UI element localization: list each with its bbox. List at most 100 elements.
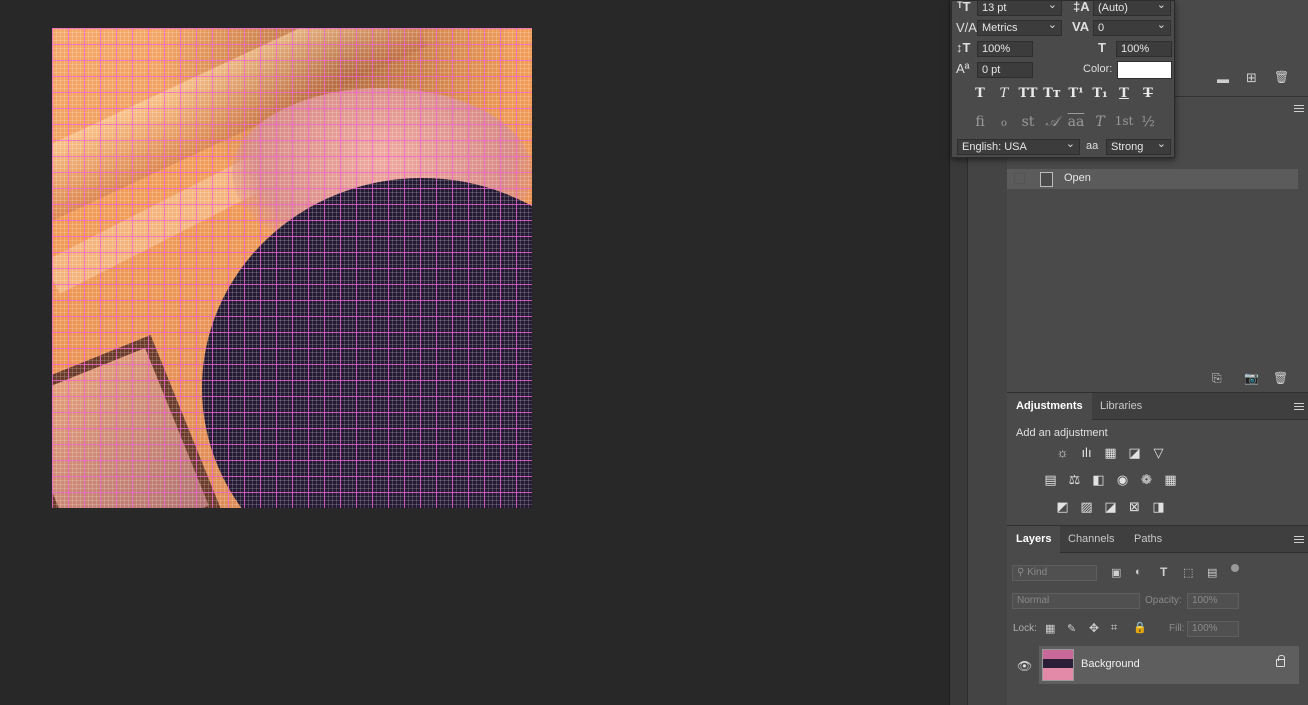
levels-icon[interactable]: ılı xyxy=(1079,445,1094,460)
type-filter-icon[interactable]: T xyxy=(1160,565,1167,579)
lock-image-pixels-icon[interactable]: ✎ xyxy=(1067,622,1076,635)
lock-transparent-pixels-icon[interactable]: ▦ xyxy=(1045,622,1055,635)
channel-mixer-icon[interactable]: ❁ xyxy=(1139,472,1154,487)
camera-icon[interactable]: 📷 xyxy=(1244,371,1259,385)
black-white-icon[interactable]: ◧ xyxy=(1091,472,1106,487)
panel-menu-icon[interactable] xyxy=(1294,403,1304,411)
filter-toggle-icon[interactable] xyxy=(1231,564,1239,572)
vertical-scale-icon: ↕T xyxy=(956,40,971,55)
color-balance-icon[interactable]: ⚖ xyxy=(1067,472,1082,487)
fill-field[interactable]: 100% xyxy=(1187,621,1239,637)
kerning-icon: V/A xyxy=(956,20,977,35)
curves-icon[interactable]: ▦ xyxy=(1103,445,1118,460)
exposure-icon[interactable]: ◪ xyxy=(1127,445,1142,460)
horizontal-scale-field[interactable]: 100% xyxy=(1116,41,1172,57)
trash-icon[interactable]: 🗑 xyxy=(1273,371,1288,385)
blend-mode-select[interactable]: Normal xyxy=(1012,593,1140,609)
history-item[interactable]: Open xyxy=(1007,169,1298,189)
vibrance-icon[interactable]: ▽ xyxy=(1151,445,1166,460)
kerning-field[interactable]: Metrics xyxy=(977,18,1062,36)
text-color-swatch[interactable] xyxy=(1117,61,1172,79)
eye-icon[interactable]: 👁 xyxy=(1017,659,1032,673)
tracking-value: 0 xyxy=(1098,22,1105,34)
baseline-shift-field[interactable]: 0 pt xyxy=(977,62,1033,78)
history-footer: ⎘ 📷 🗑 xyxy=(1007,367,1308,393)
selective-color-icon[interactable]: ⊠ xyxy=(1127,499,1142,514)
threshold-icon[interactable]: ◪ xyxy=(1103,499,1118,514)
layer-thumbnail xyxy=(1042,649,1074,681)
alternate-ligatures-button[interactable]: ℴ xyxy=(993,114,1015,130)
faux-bold-button[interactable]: T xyxy=(969,86,991,101)
opacity-value: 100% xyxy=(1192,595,1218,606)
adjustments-title: Add an adjustment xyxy=(1016,427,1108,439)
shape-filter-icon[interactable]: ⬚ xyxy=(1183,566,1193,579)
image-filter-icon[interactable]: ▣ xyxy=(1111,566,1121,579)
small-caps-button[interactable]: Tт xyxy=(1041,86,1063,101)
new-group-icon[interactable]: ▬ xyxy=(1217,72,1229,86)
panel-menu-icon[interactable] xyxy=(1294,105,1304,113)
ligatures-button[interactable]: fi xyxy=(969,114,991,130)
discretionary-ligatures-button[interactable]: st xyxy=(1017,114,1039,130)
titling-alternates-button[interactable]: T xyxy=(1089,114,1111,130)
font-size-icon: ᵀT xyxy=(957,0,971,14)
vertical-scale-field[interactable]: 100% xyxy=(977,41,1033,57)
smart-object-filter-icon[interactable]: ▤ xyxy=(1207,566,1217,579)
superscript-button[interactable]: T¹ xyxy=(1065,86,1087,101)
document-canvas[interactable] xyxy=(52,28,532,508)
tracking-field[interactable]: 0 xyxy=(1093,18,1171,36)
lock-artboard-icon[interactable]: ⌗ xyxy=(1111,622,1117,635)
blend-mode-value: Normal xyxy=(1017,595,1050,606)
adjustments-panel: Adjustments Libraries Add an adjustment … xyxy=(1007,392,1308,525)
stylistic-alternates-button[interactable]: aa xyxy=(1065,114,1087,130)
document-icon xyxy=(1040,172,1053,187)
tab-channels[interactable]: Channels xyxy=(1059,526,1123,553)
layer-row[interactable]: Background xyxy=(1039,646,1299,684)
lock-position-icon[interactable]: ✥ xyxy=(1089,621,1099,635)
photo-filter-icon[interactable]: ◉ xyxy=(1115,472,1130,487)
tab-layers[interactable]: Layers xyxy=(1007,526,1061,553)
lock-icon[interactable] xyxy=(1276,655,1285,667)
underline-button[interactable]: T xyxy=(1113,86,1135,101)
fill-value: 100% xyxy=(1192,623,1218,634)
lock-all-icon[interactable]: 🔒 xyxy=(1133,621,1147,634)
tab-paths[interactable]: Paths xyxy=(1125,526,1171,553)
tracking-icon: VA xyxy=(1072,19,1090,34)
leading-field[interactable]: (Auto) xyxy=(1093,0,1171,16)
history-brush-source-checkbox[interactable] xyxy=(1014,173,1025,184)
all-caps-button[interactable]: TT xyxy=(1017,86,1039,101)
tab-adjustments[interactable]: Adjustments xyxy=(1007,393,1092,420)
layer-name: Background xyxy=(1081,658,1140,670)
history-item-label: Open xyxy=(1064,172,1091,184)
ordinals-button[interactable]: 1st xyxy=(1113,114,1135,128)
photoshop-window: ▬ ⊞ 🗑 Open ⎘ 📷 🗑 Adjustments Libraries A… xyxy=(0,0,1308,705)
layer-filter-select[interactable]: ⚲ Kind xyxy=(1012,565,1097,581)
canvas-grid-overlay xyxy=(52,28,532,508)
swash-button[interactable]: 𝒜 xyxy=(1041,114,1063,130)
vertical-scale-value: 100% xyxy=(982,43,1011,55)
trash-icon[interactable]: 🗑 xyxy=(1274,70,1289,84)
hue-saturation-icon[interactable]: ▤ xyxy=(1043,472,1058,487)
layer-filter-value: Kind xyxy=(1027,567,1048,578)
opacity-field[interactable]: 100% xyxy=(1187,593,1239,609)
new-document-from-state-icon[interactable]: ⎘ xyxy=(1212,371,1222,386)
panel-menu-icon[interactable] xyxy=(1294,536,1304,544)
layers-panel: Layers Channels Paths ⚲ Kind ▣ ◐ T ⬚ ▤ N… xyxy=(1007,525,1308,705)
strikethrough-button[interactable]: T xyxy=(1137,86,1159,101)
color-lookup-icon[interactable]: ▦ xyxy=(1163,472,1178,487)
posterize-icon[interactable]: ▨ xyxy=(1079,499,1094,514)
brightness-contrast-icon[interactable]: ☼ xyxy=(1055,445,1070,460)
antialias-select[interactable]: Strong xyxy=(1106,137,1171,155)
new-layer-icon[interactable]: ⊞ xyxy=(1246,70,1257,86)
faux-italic-button[interactable]: T xyxy=(993,86,1015,101)
gradient-map-icon[interactable]: ◨ xyxy=(1151,499,1166,514)
search-icon: ⚲ xyxy=(1017,567,1025,578)
font-size-field[interactable]: 13 pt xyxy=(977,0,1062,16)
subscript-button[interactable]: T₁ xyxy=(1089,86,1111,101)
invert-icon[interactable]: ◩ xyxy=(1055,499,1070,514)
fractions-button[interactable]: ½ xyxy=(1137,114,1159,130)
language-select[interactable]: English: USA xyxy=(957,137,1080,155)
leading-value: (Auto) xyxy=(1098,2,1128,14)
adjustment-filter-icon[interactable]: ◐ xyxy=(1135,566,1142,578)
lock-label: Lock: xyxy=(1013,623,1037,634)
tab-libraries[interactable]: Libraries xyxy=(1091,393,1151,420)
